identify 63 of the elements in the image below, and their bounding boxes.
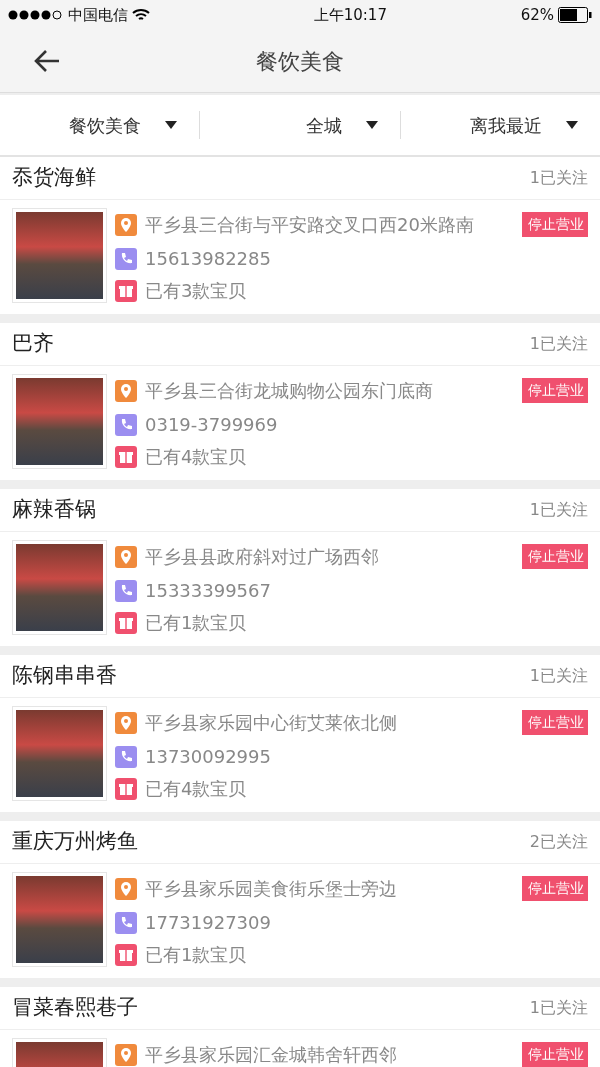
status-time: 上午10:17 — [312, 4, 388, 26]
phone-icon — [115, 247, 137, 270]
status-tag: 停止营业 — [522, 544, 588, 569]
filter-dropdown[interactable]: 全城 — [200, 111, 400, 139]
location-pin-icon — [115, 213, 137, 236]
store-address: 平乡县家乐园汇金城韩舍轩西邻 — [145, 1043, 397, 1066]
phone-number: 0319-3799969 — [145, 413, 278, 436]
store-name: 麻辣香锅 — [12, 496, 96, 524]
gift-icon — [115, 778, 137, 800]
store-name: 巴齐 — [12, 330, 54, 358]
item-count: 已有3款宝贝 — [145, 280, 247, 302]
store-address: 平乡县家乐园美食街乐堡士旁边 — [145, 877, 397, 900]
page-title: 餐饮美食 — [256, 47, 344, 76]
item-count: 已有1款宝贝 — [145, 612, 247, 634]
location-pin-icon — [115, 877, 137, 900]
status-tag: 停止营业 — [522, 710, 588, 735]
caret-icon — [165, 121, 178, 129]
back-arrow-icon[interactable] — [33, 49, 61, 73]
phone-icon — [115, 745, 137, 768]
item-count: 已有1款宝贝 — [145, 944, 247, 966]
filter-dropdown[interactable]: 离我最近 — [400, 111, 600, 139]
phone-icon — [115, 579, 137, 602]
follow-count: 1已关注 — [529, 997, 588, 1019]
status-tag: 停止营业 — [522, 378, 588, 403]
location-pin-icon — [115, 711, 137, 734]
store-name: 陈钢串串香 — [12, 662, 117, 690]
signal-icon — [8, 10, 64, 20]
follow-count: 1已关注 — [529, 499, 588, 521]
wifi-icon — [132, 8, 150, 22]
item-count: 已有4款宝贝 — [145, 446, 247, 468]
phone-number: 17731927309 — [145, 911, 271, 934]
location-pin-icon — [115, 545, 137, 568]
status-tag: 停止营业 — [522, 1042, 588, 1067]
battery-percent: 62% — [520, 4, 554, 26]
gift-icon — [115, 446, 137, 468]
phone-icon — [115, 413, 137, 436]
store-address: 平乡县三合街与平安路交叉口西20米路南 — [145, 213, 474, 236]
item-count: 已有4款宝贝 — [145, 778, 247, 800]
follow-count: 1已关注 — [529, 665, 588, 687]
store-address: 平乡县三合街龙城购物公园东门底商 — [145, 379, 433, 402]
store-address: 平乡县家乐园中心街艾莱依北侧 — [145, 711, 397, 734]
caret-icon — [566, 121, 578, 129]
follow-count: 1已关注 — [529, 167, 588, 189]
phone-icon — [115, 911, 137, 934]
phone-number: 15333399567 — [145, 579, 271, 602]
carrier-name: 中国电信 — [68, 4, 128, 26]
follow-count: 2已关注 — [529, 831, 588, 853]
filter-dropdown[interactable]: 餐饮美食 — [0, 111, 200, 139]
status-tag: 停止营业 — [522, 212, 588, 237]
phone-number: 13730092995 — [145, 745, 271, 768]
store-name: 重庆万州烤鱼 — [12, 828, 138, 856]
battery-icon — [558, 7, 592, 23]
gift-icon — [115, 944, 137, 966]
location-pin-icon — [115, 379, 137, 402]
caret-icon — [365, 121, 378, 129]
store-name: 冒菜春熙巷子 — [12, 994, 138, 1022]
store-address: 平乡县县政府斜对过广场西邻 — [145, 545, 379, 568]
gift-icon — [115, 612, 137, 634]
status-tag: 停止营业 — [522, 876, 588, 901]
phone-number: 15613982285 — [145, 247, 271, 270]
gift-icon — [115, 280, 137, 302]
store-name: 忝货海鲜 — [12, 164, 96, 192]
follow-count: 1已关注 — [529, 333, 588, 355]
